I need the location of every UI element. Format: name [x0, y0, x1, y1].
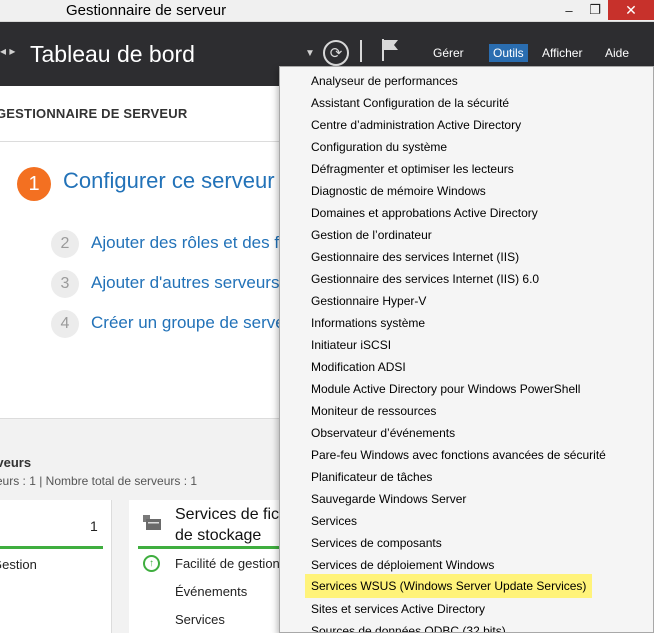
window-title-bar: Gestionnaire de serveur – ❐ ✕: [0, 0, 654, 22]
step-3-badge: 3: [51, 270, 79, 298]
status-bar: [138, 546, 280, 549]
maximize-button[interactable]: ❐: [582, 0, 608, 20]
file-storage-card[interactable]: Services de fichiers et de stockage ↑ Fa…: [129, 500, 280, 633]
window-title: Gestionnaire de serveur: [66, 2, 227, 19]
configure-server-link[interactable]: Configurer ce serveur local: [63, 168, 279, 194]
card-row-events[interactable]: Événements: [175, 584, 247, 599]
menu-item[interactable]: Assistant Configuration de la sécurité: [305, 92, 515, 114]
menu-item[interactable]: Services: [305, 510, 363, 532]
menu-item[interactable]: Observateur d’événements: [305, 422, 461, 444]
divider: [360, 40, 362, 62]
menu-item[interactable]: Services de déploiement Windows: [305, 554, 500, 576]
menu-item[interactable]: Gestionnaire Hyper-V: [305, 290, 432, 312]
close-button[interactable]: ✕: [608, 0, 654, 20]
menu-gerer[interactable]: Gérer: [429, 44, 468, 62]
card-title-line1: Services de fichiers et: [175, 506, 280, 523]
menu-item[interactable]: Gestionnaire des services Internet (IIS): [305, 246, 525, 268]
status-ok-icon: ↑: [143, 555, 160, 572]
menu-outils[interactable]: Outils: [489, 44, 528, 62]
step-1-badge: 1: [17, 167, 51, 201]
menu-item[interactable]: Sites et services Active Directory: [305, 598, 491, 620]
create-server-group-link[interactable]: Créer un groupe de serveurs: [91, 313, 279, 333]
menu-aide[interactable]: Aide: [601, 44, 633, 62]
menu-item[interactable]: Moniteur de ressources: [305, 400, 442, 422]
menu-item[interactable]: Gestion de l’ordinateur: [305, 224, 438, 246]
tools-dropdown-menu: Analyseur de performances Assistant Conf…: [279, 66, 654, 633]
server-count: 1: [90, 518, 98, 534]
card-row-manageability[interactable]: Facilité de gestion: [175, 556, 280, 571]
servers-section-title: Rôles et groupes de serveurs: [0, 455, 32, 470]
menu-item[interactable]: Analyseur de performances: [305, 70, 464, 92]
menu-item[interactable]: Services de composants: [305, 532, 448, 554]
menu-item[interactable]: Module Active Directory pour Windows Pow…: [305, 378, 586, 400]
section-title: GESTIONNAIRE DE SERVEUR: [0, 106, 188, 121]
menu-item[interactable]: Sources de données ODBC (32 bits): [305, 620, 512, 632]
menu-item[interactable]: Défragmenter et optimiser les lecteurs: [305, 158, 520, 180]
menu-item[interactable]: Informations système: [305, 312, 431, 334]
menu-item[interactable]: Diagnostic de mémoire Windows: [305, 180, 492, 202]
menu-item-wsus-highlighted[interactable]: Services WSUS (Windows Server Update Ser…: [305, 574, 593, 598]
storage-icon: [143, 515, 161, 530]
menu-item[interactable]: Pare-feu Windows avec fonctions avancées…: [305, 444, 612, 466]
section-header: GESTIONNAIRE DE SERVEUR: [0, 86, 280, 142]
menu-afficher[interactable]: Afficher: [538, 44, 586, 62]
menu-item[interactable]: Gestionnaire des services Internet (IIS)…: [305, 268, 545, 290]
breadcrumb-title: Tableau de bord: [30, 41, 195, 67]
step-4-badge: 4: [51, 310, 79, 338]
add-roles-link[interactable]: Ajouter des rôles et des fonctionnalités: [91, 233, 279, 253]
menu-item[interactable]: Configuration du système: [305, 136, 453, 158]
servers-count: Rôles : 1 | Groupes de serveurs : 1 | No…: [0, 474, 198, 488]
server-card[interactable]: 1 Gestion: [0, 500, 112, 633]
card-row-label[interactable]: Gestion: [0, 557, 37, 572]
menu-item[interactable]: Planificateur de tâches: [305, 466, 438, 488]
chevron-down-icon[interactable]: ▼: [305, 48, 315, 59]
minimize-button[interactable]: –: [556, 0, 582, 20]
menu-item[interactable]: Centre d’administration Active Directory: [305, 114, 527, 136]
menu-item[interactable]: Sauvegarde Windows Server: [305, 488, 472, 510]
card-row-services[interactable]: Services: [175, 612, 225, 627]
menu-item[interactable]: Initiateur iSCSI: [305, 334, 397, 356]
status-bar: [0, 546, 103, 549]
add-servers-link[interactable]: Ajouter d'autres serveurs à gérer: [91, 273, 279, 293]
menu-item[interactable]: Modification ADSI: [305, 356, 412, 378]
step-2-badge: 2: [51, 230, 79, 258]
nav-arrows-icon[interactable]: ◂ ▸: [0, 44, 15, 58]
menu-item[interactable]: Domaines et approbations Active Director…: [305, 202, 544, 224]
card-title-line2: de stockage: [175, 527, 262, 544]
refresh-icon[interactable]: ⟳: [323, 40, 349, 66]
notification-flag-icon[interactable]: [380, 38, 400, 62]
